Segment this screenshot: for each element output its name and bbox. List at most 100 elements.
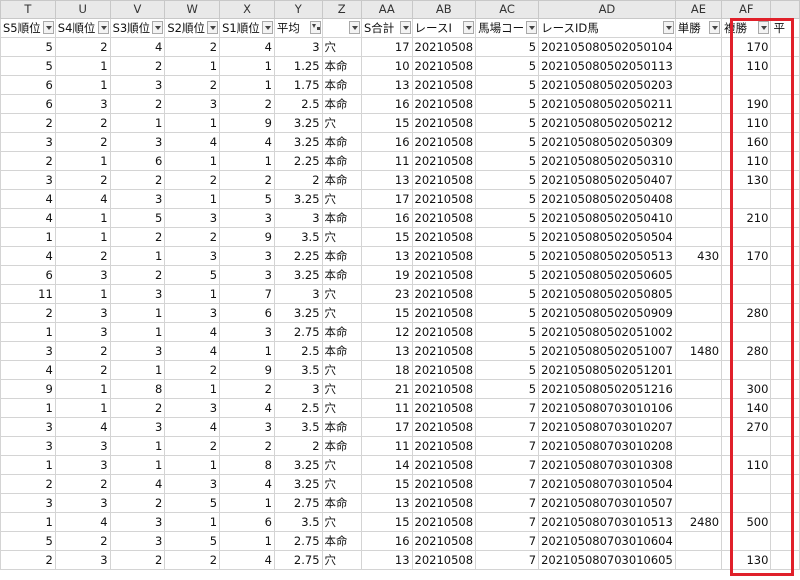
- table-cell[interactable]: 1: [109, 322, 166, 342]
- table-cell[interactable]: 202105080502050113: [538, 56, 676, 76]
- table-cell[interactable]: 穴: [321, 113, 362, 133]
- table-cell[interactable]: 穴: [321, 227, 362, 247]
- table-cell[interactable]: 15: [360, 113, 413, 133]
- table-cell[interactable]: 1.75: [273, 75, 323, 95]
- table-cell[interactable]: [674, 550, 723, 570]
- table-cell[interactable]: 2: [54, 170, 111, 190]
- table-cell[interactable]: 3.25: [273, 132, 323, 152]
- table-cell-empty[interactable]: [770, 37, 800, 57]
- table-cell[interactable]: 3.25: [273, 455, 323, 475]
- table-cell[interactable]: 4: [54, 512, 111, 532]
- table-cell[interactable]: [674, 474, 723, 494]
- table-cell[interactable]: 1: [54, 379, 111, 399]
- table-cell[interactable]: 202105080502051002: [538, 322, 676, 342]
- column-header-af[interactable]: AF: [721, 0, 772, 19]
- table-cell[interactable]: 202105080502050605: [538, 265, 676, 285]
- table-cell[interactable]: 1: [109, 246, 166, 266]
- table-cell[interactable]: [721, 227, 772, 247]
- table-cell[interactable]: 4: [219, 398, 275, 418]
- table-cell[interactable]: 1: [54, 208, 111, 228]
- table-cell[interactable]: 20210508: [411, 512, 477, 532]
- table-cell[interactable]: 2: [54, 531, 111, 551]
- table-cell[interactable]: 6: [109, 151, 166, 171]
- column-header-u[interactable]: U: [54, 0, 111, 19]
- table-cell[interactable]: 2: [164, 37, 221, 57]
- table-cell[interactable]: 15: [360, 303, 413, 323]
- table-cell-empty[interactable]: [770, 151, 800, 171]
- table-cell-empty[interactable]: [770, 246, 800, 266]
- table-cell[interactable]: 210: [721, 208, 772, 228]
- table-cell[interactable]: 3.25: [273, 474, 323, 494]
- table-cell[interactable]: 202105080502050212: [538, 113, 676, 133]
- table-cell[interactable]: 20210508: [411, 56, 477, 76]
- table-cell[interactable]: 3: [164, 208, 221, 228]
- field-header-cell[interactable]: 複勝: [721, 18, 772, 38]
- table-cell[interactable]: 11: [360, 151, 413, 171]
- table-cell[interactable]: 2: [109, 227, 166, 247]
- column-header-ad[interactable]: AD: [538, 0, 676, 19]
- table-cell-empty[interactable]: [770, 170, 800, 190]
- table-cell[interactable]: 16: [360, 208, 413, 228]
- table-cell[interactable]: [674, 379, 723, 399]
- table-cell[interactable]: 202105080502050805: [538, 284, 676, 304]
- table-cell-empty[interactable]: [770, 455, 800, 475]
- table-cell[interactable]: 1480: [674, 341, 723, 361]
- table-cell[interactable]: 20210508: [411, 246, 477, 266]
- table-cell[interactable]: 202105080703010507: [538, 493, 676, 513]
- table-cell[interactable]: 1: [0, 455, 56, 475]
- table-cell[interactable]: [721, 265, 772, 285]
- table-cell-empty[interactable]: [770, 132, 800, 152]
- table-cell[interactable]: 1: [0, 512, 56, 532]
- table-cell[interactable]: 2: [164, 227, 221, 247]
- table-cell[interactable]: 19: [360, 265, 413, 285]
- table-cell[interactable]: 4: [0, 246, 56, 266]
- table-cell[interactable]: 160: [721, 132, 772, 152]
- table-cell[interactable]: 1: [109, 436, 166, 456]
- table-cell-empty[interactable]: [770, 379, 800, 399]
- filter-dropdown-icon[interactable]: [662, 21, 674, 34]
- table-cell[interactable]: 2: [54, 360, 111, 380]
- table-cell[interactable]: 280: [721, 303, 772, 323]
- table-cell[interactable]: 穴: [321, 512, 362, 532]
- table-cell[interactable]: [674, 170, 723, 190]
- table-cell[interactable]: 2: [109, 398, 166, 418]
- table-cell[interactable]: 430: [674, 246, 723, 266]
- table-cell[interactable]: 7: [475, 455, 540, 475]
- table-cell[interactable]: 17: [360, 189, 413, 209]
- table-cell[interactable]: 1: [109, 455, 166, 475]
- table-cell[interactable]: 1: [219, 493, 275, 513]
- table-cell[interactable]: 3: [109, 531, 166, 551]
- table-cell[interactable]: [721, 493, 772, 513]
- table-cell[interactable]: [674, 398, 723, 418]
- table-cell[interactable]: [674, 360, 723, 380]
- table-cell[interactable]: 2.75: [273, 531, 323, 551]
- table-cell[interactable]: 20210508: [411, 455, 477, 475]
- table-cell[interactable]: 2: [0, 113, 56, 133]
- table-cell[interactable]: 3: [109, 512, 166, 532]
- table-cell[interactable]: 5: [109, 208, 166, 228]
- table-cell[interactable]: [721, 436, 772, 456]
- table-cell[interactable]: 202105080502050504: [538, 227, 676, 247]
- table-cell[interactable]: 9: [219, 113, 275, 133]
- table-cell[interactable]: 4: [164, 322, 221, 342]
- table-cell[interactable]: 20210508: [411, 474, 477, 494]
- table-cell[interactable]: 11: [360, 436, 413, 456]
- table-cell[interactable]: 1: [0, 398, 56, 418]
- table-cell[interactable]: 3: [273, 37, 323, 57]
- table-cell[interactable]: [674, 56, 723, 76]
- column-header-w[interactable]: W: [164, 0, 221, 19]
- table-cell[interactable]: 3: [219, 322, 275, 342]
- table-cell[interactable]: 3: [164, 303, 221, 323]
- table-cell[interactable]: 20210508: [411, 379, 477, 399]
- table-cell[interactable]: 5: [0, 37, 56, 57]
- table-cell[interactable]: 202105080703010208: [538, 436, 676, 456]
- table-cell[interactable]: 3.5: [273, 512, 323, 532]
- table-cell[interactable]: 110: [721, 56, 772, 76]
- table-cell[interactable]: 280: [721, 341, 772, 361]
- table-cell-empty[interactable]: [770, 75, 800, 95]
- table-cell[interactable]: 20210508: [411, 398, 477, 418]
- table-cell[interactable]: 2: [164, 75, 221, 95]
- filter-dropdown-icon[interactable]: [261, 21, 273, 34]
- table-cell[interactable]: 本命: [321, 493, 362, 513]
- table-cell[interactable]: 3: [164, 246, 221, 266]
